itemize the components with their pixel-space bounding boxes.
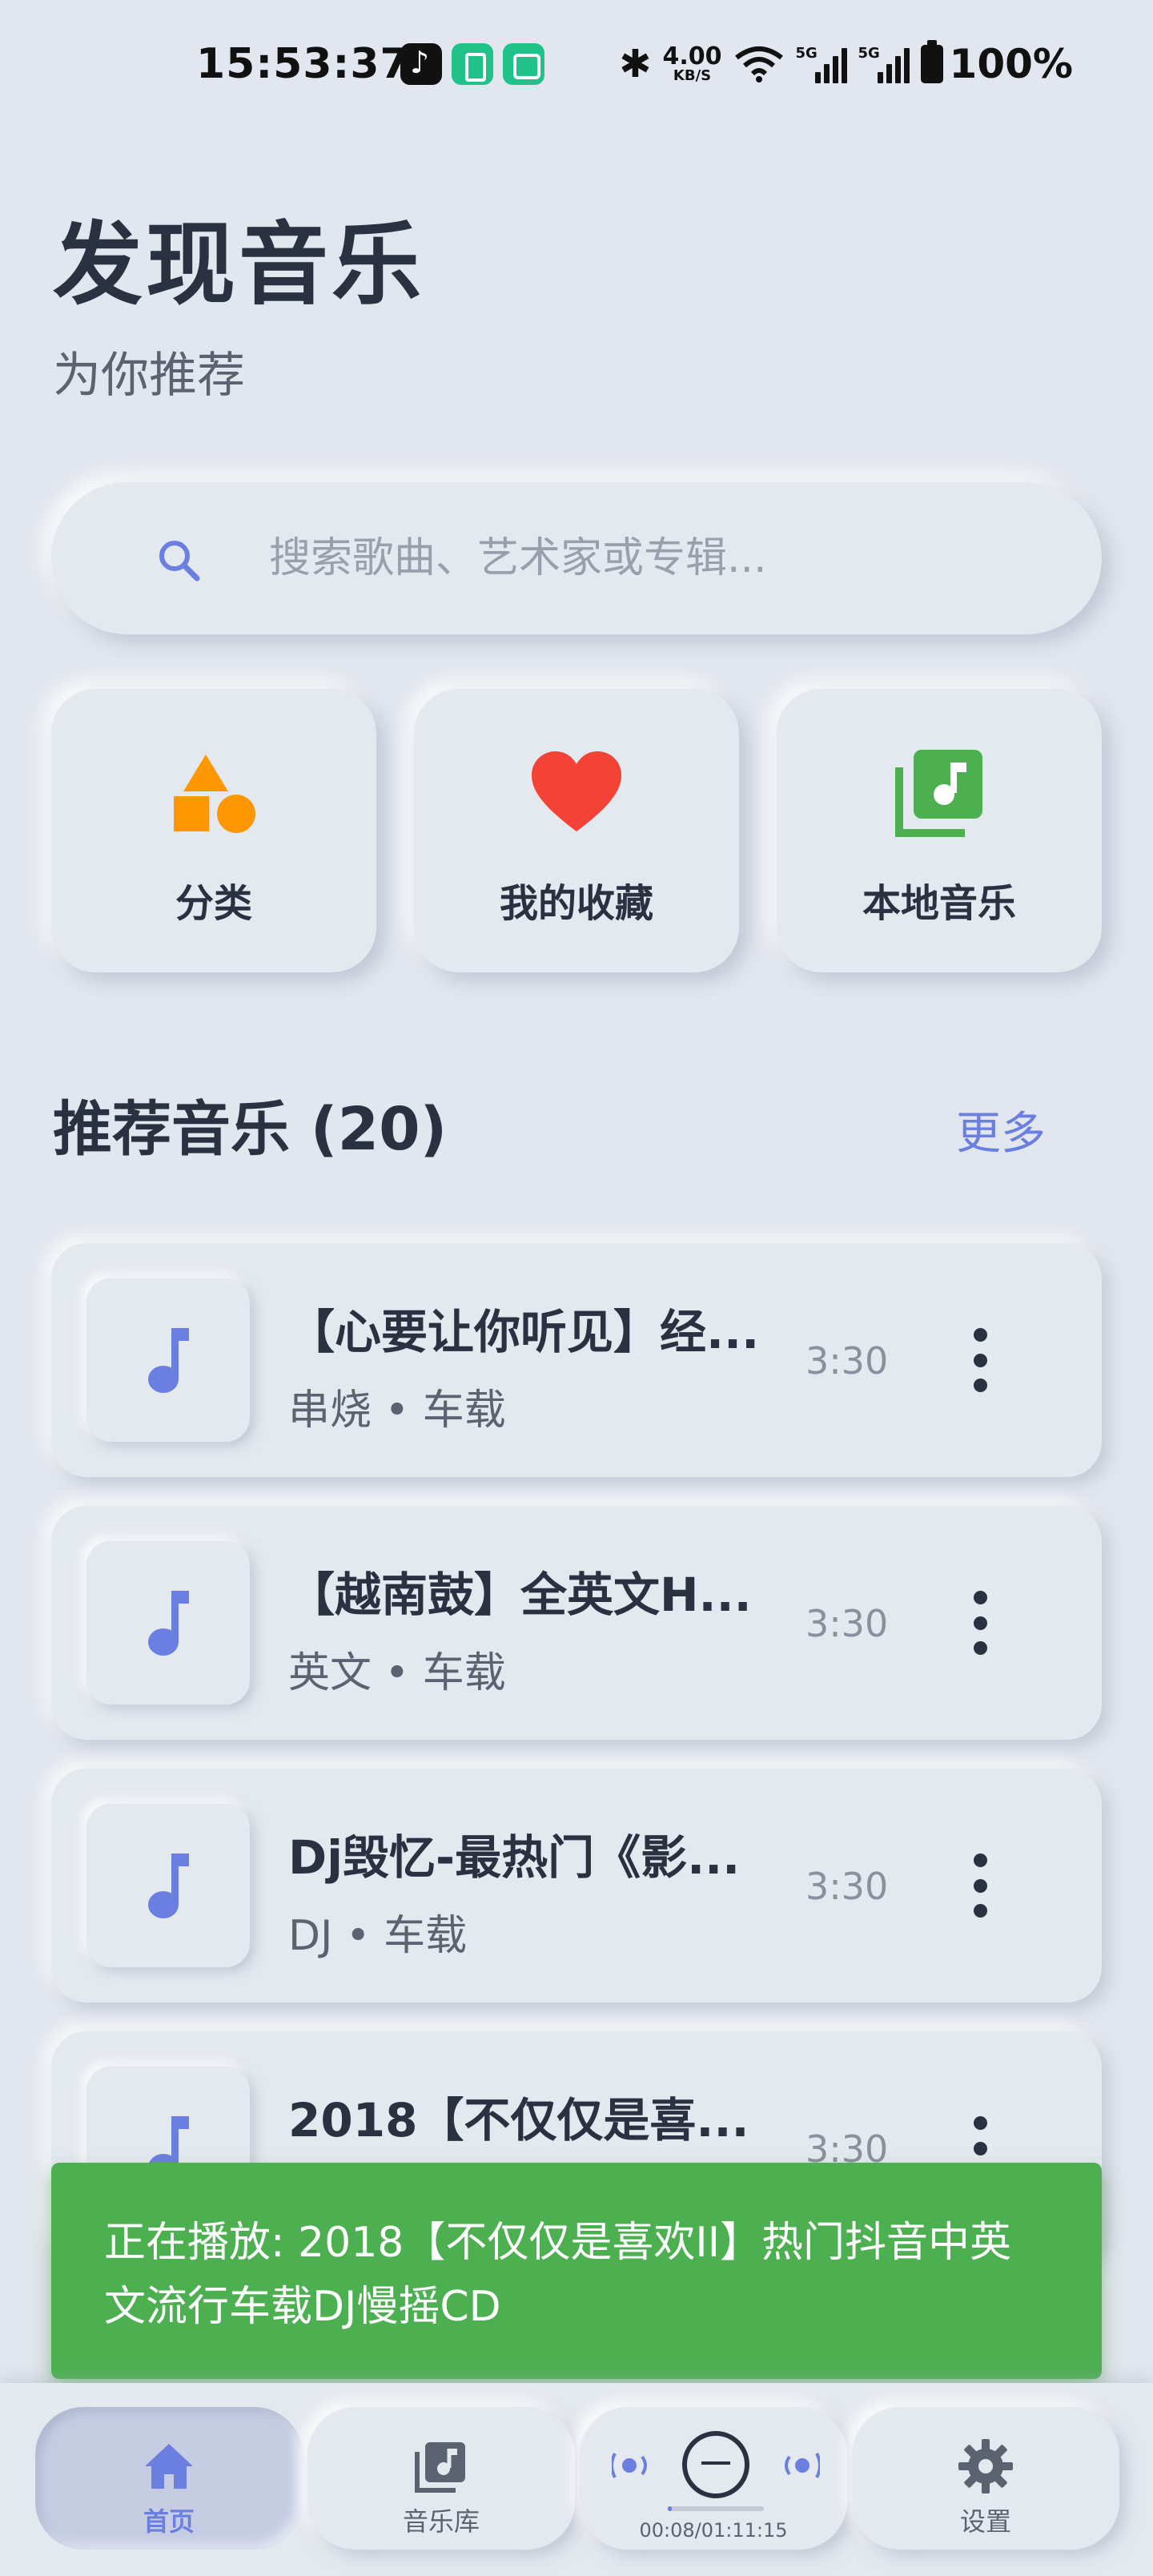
- song-thumbnail: [86, 1541, 250, 1705]
- local-music-label: 本地音乐: [862, 881, 1016, 926]
- status-indicators: ✱ 4.00 KB/S 5G 5G 100%: [619, 38, 1073, 90]
- nav-settings[interactable]: 设置: [852, 2407, 1119, 2550]
- page-subtitle: 为你推荐: [53, 348, 245, 404]
- music-note-icon: [148, 1328, 189, 1393]
- song-duration: 3:30: [805, 1339, 889, 1383]
- favorites-label: 我的收藏: [499, 881, 653, 926]
- search-bar[interactable]: [51, 482, 1102, 634]
- bluetooth-icon: ✱: [619, 42, 652, 87]
- favorites-button[interactable]: 我的收藏: [414, 689, 739, 972]
- song-thumbnail: [86, 1278, 250, 1442]
- song-title: 【心要让你听见】经...: [288, 1305, 760, 1359]
- song-item[interactable]: Dj毁忆-最热门《影... DJ • 车载 3:30: [51, 1769, 1102, 2002]
- playback-progress-fill: [668, 2506, 672, 2511]
- playback-progress[interactable]: [668, 2506, 764, 2511]
- category-label: 分类: [175, 881, 252, 926]
- music-library-icon: [415, 2442, 465, 2493]
- battery-icon: [920, 40, 943, 83]
- nav-library-label: 音乐库: [402, 2506, 480, 2537]
- network-speed: 4.00 KB/S: [663, 45, 722, 83]
- search-input[interactable]: [269, 514, 1054, 602]
- recommended-title: 推荐音乐 (20): [53, 1095, 448, 1164]
- nav-home[interactable]: 首页: [35, 2407, 303, 2550]
- music-note-icon: [148, 1591, 189, 1656]
- signal-label: 5G: [795, 45, 818, 62]
- search-icon: [159, 541, 200, 582]
- category-button[interactable]: 分类: [51, 689, 376, 972]
- previous-icon[interactable]: [612, 2445, 660, 2485]
- status-bar: 15:53:37 ✱ 4.00 KB/S 5G 5G 100%: [0, 32, 1153, 99]
- shapes-icon: [174, 755, 255, 833]
- nav-library[interactable]: 音乐库: [307, 2407, 575, 2550]
- music-library-icon: [895, 750, 982, 837]
- status-time: 15:53:37: [196, 40, 410, 88]
- battery-percent: 100%: [949, 41, 1073, 87]
- playback-time: 00:08/01:11:15: [639, 2519, 788, 2542]
- nav-home-label: 首页: [143, 2506, 195, 2537]
- song-title: Dj毁忆-最热门《影...: [288, 1830, 741, 1885]
- heart-icon: [532, 751, 621, 831]
- signal-label: 5G: [858, 45, 880, 62]
- song-thumbnail: [86, 1804, 250, 1967]
- song-title: 2018【不仅仅是喜...: [288, 2093, 749, 2147]
- song-meta: 英文 • 车载: [288, 1649, 506, 1697]
- nav-settings-label: 设置: [959, 2506, 1011, 2537]
- more-options-icon[interactable]: [964, 1323, 996, 1397]
- next-icon[interactable]: [772, 2445, 820, 2485]
- now-playing-toast: 正在播放: 2018【不仅仅是喜欢II】热门抖音中英文流行车载DJ慢摇CD: [51, 2163, 1102, 2379]
- song-meta: DJ • 车载: [288, 1912, 468, 1960]
- bottom-nav: 首页 音乐库 00:08/01:11:15 设置: [0, 2383, 1153, 2576]
- music-note-icon: [148, 1854, 189, 1918]
- song-item[interactable]: 【心要让你听见】经... 串烧 • 车载 3:30: [51, 1243, 1102, 1477]
- song-title: 【越南鼓】全英文H...: [288, 1568, 752, 1622]
- battery-indicator: 100%: [920, 40, 1073, 87]
- song-meta: 串烧 • 车载: [288, 1387, 506, 1435]
- gear-icon: [958, 2439, 1013, 2493]
- local-music-button[interactable]: 本地音乐: [777, 689, 1102, 972]
- mini-player[interactable]: 00:08/01:11:15: [580, 2407, 847, 2550]
- net-speed-value: 4.00: [662, 42, 722, 70]
- signal-icon: 5G: [858, 45, 910, 83]
- mi-home-icon: [503, 43, 544, 85]
- net-speed-unit: KB/S: [673, 67, 712, 84]
- play-pause-button[interactable]: [682, 2431, 749, 2498]
- song-duration: 3:30: [805, 1865, 889, 1908]
- home-icon: [145, 2444, 193, 2489]
- signal-icon: 5G: [796, 45, 847, 83]
- song-duration: 3:30: [805, 1602, 889, 1645]
- more-link[interactable]: 更多: [956, 1097, 1046, 1162]
- more-options-icon[interactable]: [964, 1849, 996, 1922]
- page-title: 发现音乐: [53, 213, 424, 317]
- wifi-icon: [733, 45, 785, 83]
- battery-app-icon: [452, 43, 493, 85]
- more-options-icon[interactable]: [964, 1586, 996, 1660]
- tiktok-icon: [400, 43, 442, 85]
- song-item[interactable]: 【越南鼓】全英文H... 英文 • 车载 3:30: [51, 1506, 1102, 1740]
